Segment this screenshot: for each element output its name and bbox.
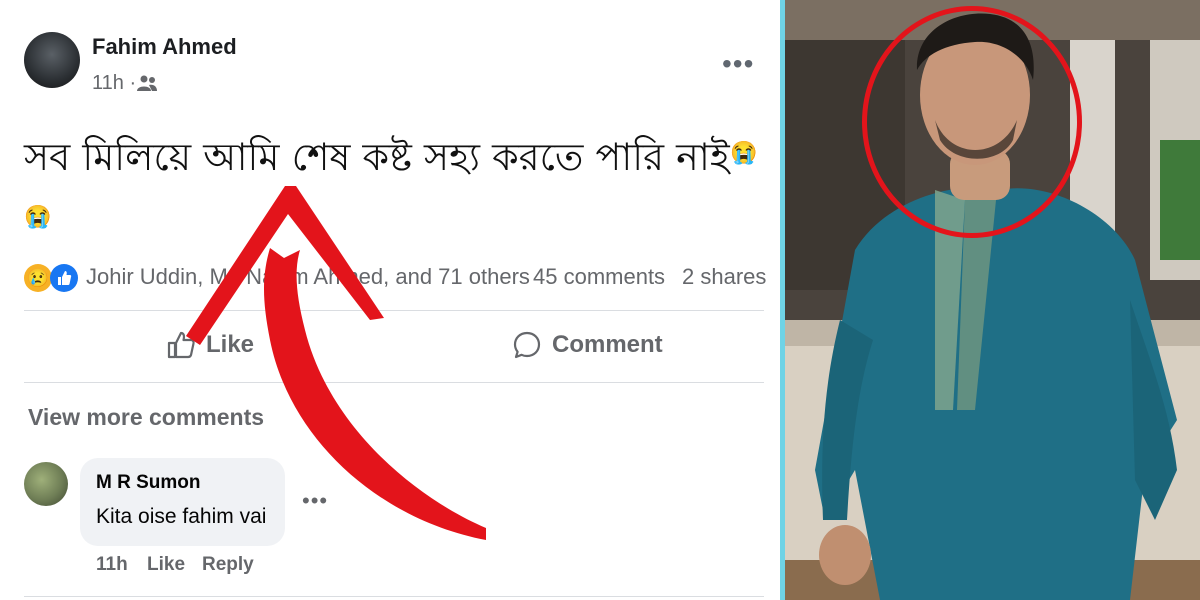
- profile-photo: [785, 0, 1200, 600]
- red-arrow-annotation: [186, 186, 486, 540]
- facebook-post-screenshot: Fahim Ahmed 11h · ••• সব মিলিয়ে আমি শেষ…: [0, 0, 785, 600]
- red-circle-highlight: [862, 6, 1082, 238]
